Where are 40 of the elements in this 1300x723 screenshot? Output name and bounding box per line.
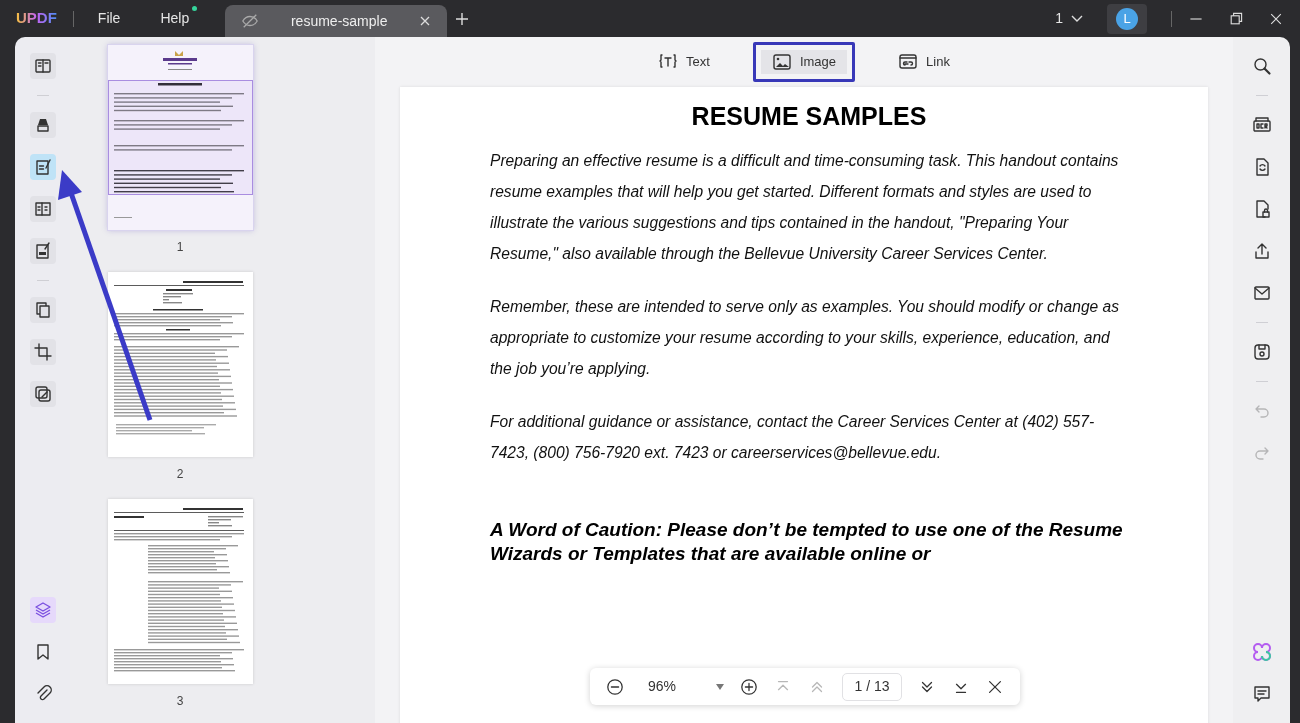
page-thumbnail[interactable] [107,45,253,230]
document-paragraph: Remember, these are intended to serve only as examples. You should modify or change as appropriate to customize your resume according to your skills, experience, education, and the job you’re applying. [490,297,1121,379]
document-heading: RESUME SAMPLES [690,101,928,131]
page-thumbnail[interactable] [107,272,253,457]
menu-item[interactable]: File [89,8,129,29]
edit-icon[interactable] [29,154,56,180]
page-thumbnail[interactable] [107,499,253,684]
user-avatar: L [1116,7,1138,30]
page-number: 1 [176,239,184,256]
zoom-level[interactable]: 96% [648,676,677,697]
restore-icon[interactable] [1228,10,1244,27]
notification-dot [192,6,198,11]
highlighter-icon[interactable] [29,112,56,138]
page-input[interactable]: 1 / 13 [842,672,902,701]
pages-icon[interactable] [29,297,56,323]
link-icon [898,52,919,72]
edit-mode-button[interactable]: Link [879,42,969,82]
page-number: 2 [176,466,184,483]
page-selector[interactable]: 1 [1047,8,1091,29]
edit-mode-button[interactable]: Image [752,42,856,82]
layers-icon[interactable] [29,597,56,623]
crop-icon[interactable] [29,339,56,365]
hidden-eye-icon [241,12,260,30]
document-paragraph: Preparing an effective resume is a difficult and time-consuming task. This handout contains resume examples that will help you get started. Different formats and styles are used to illustrate the various suggestions and tips contained in the handout, "Preparing Your Resume," also available through the Bellevue University Career Services Center. [490,151,1120,264]
menu-item[interactable]: Help [152,8,198,29]
tab-title: resume-sample [289,11,389,31]
edit-mode-button[interactable]: Text [639,42,729,82]
form-icon[interactable] [29,196,56,222]
add-tab-icon[interactable] [455,11,470,26]
book-icon[interactable] [29,53,56,79]
document-tab[interactable]: resume-sample [225,5,448,37]
document-paragraph: For additional guidance or assistance, contact the Career Services Center at (402) 557-7423, (800) 756-7920 ext. 7423 or careerservices@bellevue.edu. [490,412,1096,463]
image-icon [771,52,792,72]
close-icon[interactable] [419,15,432,27]
page-number: 3 [176,693,184,710]
document-pen-icon[interactable] [29,238,56,264]
stacked-squares-icon[interactable] [29,381,56,407]
caution-paragraph: A Word of Caution: Please don’t be tempted to use one of the Resume Wizards or Templates that are available online or [490,518,1124,566]
chevron-down-icon [1071,14,1083,23]
dropdown-caret-icon[interactable] [716,683,725,690]
